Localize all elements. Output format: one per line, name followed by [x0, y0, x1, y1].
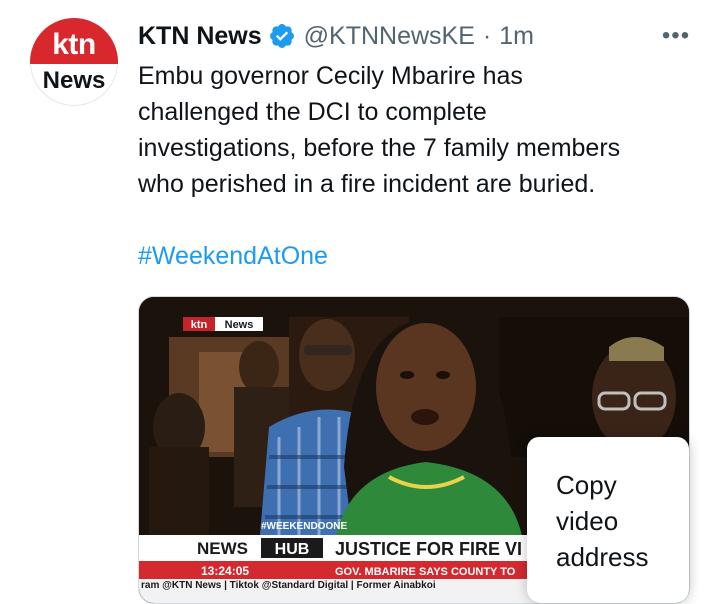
context-menu: Copy video address [527, 437, 689, 603]
copy-video-address-item[interactable]: Copy video address [556, 467, 676, 575]
video-news-label: NEWS [197, 539, 248, 558]
video-clock: 13:24:05 [201, 564, 249, 578]
video-subheadline: GOV. MBARIRE SAYS COUNTY TO [335, 566, 516, 578]
verified-badge-icon [269, 24, 294, 48]
hashtag-link[interactable]: #WeekendAtOne [138, 238, 328, 274]
avatar-logo-top: ktn [30, 18, 118, 64]
display-name[interactable]: KTN News [138, 22, 262, 51]
tweet-header: KTN News @KTNNewsKE · 1m ••• [138, 20, 696, 52]
video-hub-label: HUB [275, 541, 310, 558]
video-headline: JUSTICE FOR FIRE VI [335, 539, 522, 559]
profile-avatar[interactable]: ktn News [30, 18, 118, 106]
video-show-tag: #WEEKENDOONE [261, 521, 347, 532]
avatar-logo-news: News [42, 67, 106, 94]
video-logo-news: News [225, 319, 254, 331]
user-handle[interactable]: @KTNNewsKE [304, 22, 475, 51]
avatar-logo-ktn: ktn [52, 28, 96, 61]
more-options-icon[interactable]: ••• [656, 20, 696, 52]
separator-dot: · [482, 21, 492, 50]
video-ticker: ram @KTN News | Tiktok @Standard Digital… [141, 580, 436, 591]
tweet-timestamp[interactable]: 1m [499, 22, 534, 51]
tweet-text: Embu governor Cecily Mbarire has challen… [138, 62, 621, 198]
video-logo-ktn: ktn [191, 319, 208, 331]
